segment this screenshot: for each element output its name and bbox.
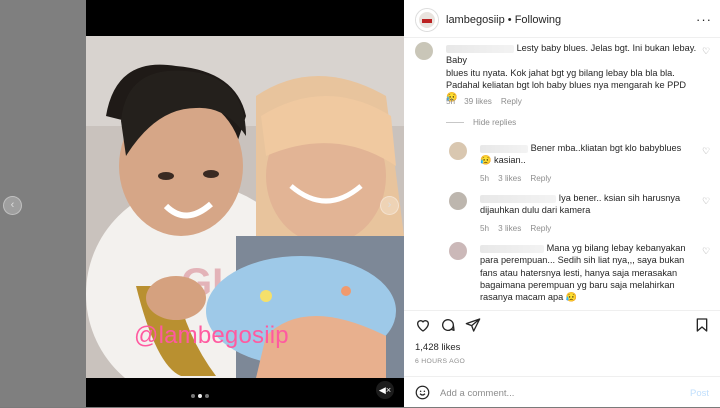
carousel-dots [191,394,209,398]
carousel-dot-active[interactable] [198,394,202,398]
author-username[interactable]: lambegosiip [446,14,505,26]
emoji-picker-icon[interactable] [415,385,430,405]
redacted-username[interactable] [480,144,528,153]
following-status[interactable]: Following [515,14,561,26]
comment-text: Mana yg bilang lebay kebanyakan para per… [480,243,686,303]
post-comment-button[interactable]: Post [690,388,709,399]
commenter-avatar[interactable] [449,192,467,210]
previous-post-button[interactable]: ‹ [3,196,22,215]
like-comment-heart-icon[interactable]: ♡ [702,246,710,257]
comment-text: Iya bener.. ksian sih harusnya dijauhkan… [480,193,681,216]
author-avatar[interactable] [415,8,439,32]
commenter-avatar[interactable] [449,242,467,260]
reply-button[interactable]: Reply [530,224,551,233]
redacted-username[interactable] [480,244,544,253]
post-timestamp: 6 HOURS AGO [415,358,466,365]
post-side-panel: lambegosiip • Following ··· Lesty baby b… [404,0,720,407]
more-horizontal-icon[interactable]: ··· [696,12,712,27]
comment-meta: 5h 3 likes Reply [480,224,552,233]
carousel-dot[interactable] [191,394,195,398]
author-info: lambegosiip • Following [446,14,561,26]
add-comment-bar: Add a comment... Post [404,376,720,408]
like-count[interactable]: 1,428 likes [415,342,460,353]
carousel-dot[interactable] [205,394,209,398]
comment-meta: 5h 3 likes Reply [480,174,552,183]
comment-text: Lesty baby blues. Jelas bgt. Ini bukan l… [446,43,697,103]
comment-icon[interactable] [440,317,456,338]
emoji: 😥 [565,292,578,303]
reply-button[interactable]: Reply [501,97,522,106]
post-media[interactable]: GI @lambegosiip [86,0,404,407]
like-heart-icon[interactable] [415,317,431,338]
post-header: lambegosiip • Following ··· [404,0,720,38]
audio-toggle-button[interactable]: ◀× [376,381,394,399]
commenter-avatar[interactable] [415,42,433,60]
like-comment-heart-icon[interactable]: ♡ [702,196,710,207]
reply-button[interactable]: Reply [530,174,551,183]
share-icon[interactable] [465,317,481,338]
speaker-muted-icon: ◀× [378,385,392,395]
save-bookmark-icon[interactable] [694,317,710,338]
hide-replies-button[interactable]: Hide replies [446,118,525,127]
redacted-username[interactable] [446,44,514,53]
like-comment-heart-icon[interactable]: ♡ [702,46,710,57]
watermark-text: @lambegosiip [134,322,289,349]
comment-text: Bener mba..kliatan bgt klo babyblues 😥 k… [480,143,682,166]
add-comment-input[interactable]: Add a comment... [440,388,514,399]
post-actions: 1,428 likes 6 HOURS AGO [404,310,720,377]
like-comment-heart-icon[interactable]: ♡ [702,146,710,157]
redacted-username[interactable] [480,194,556,203]
commenter-avatar[interactable] [449,142,467,160]
comment-meta: 5h 39 likes Reply [446,97,522,106]
comments-list: Lesty baby blues. Jelas bgt. Ini bukan l… [404,38,720,310]
emoji: 😥 [480,155,492,166]
separator-dot: • [507,14,512,26]
next-post-button[interactable]: › [380,196,399,215]
